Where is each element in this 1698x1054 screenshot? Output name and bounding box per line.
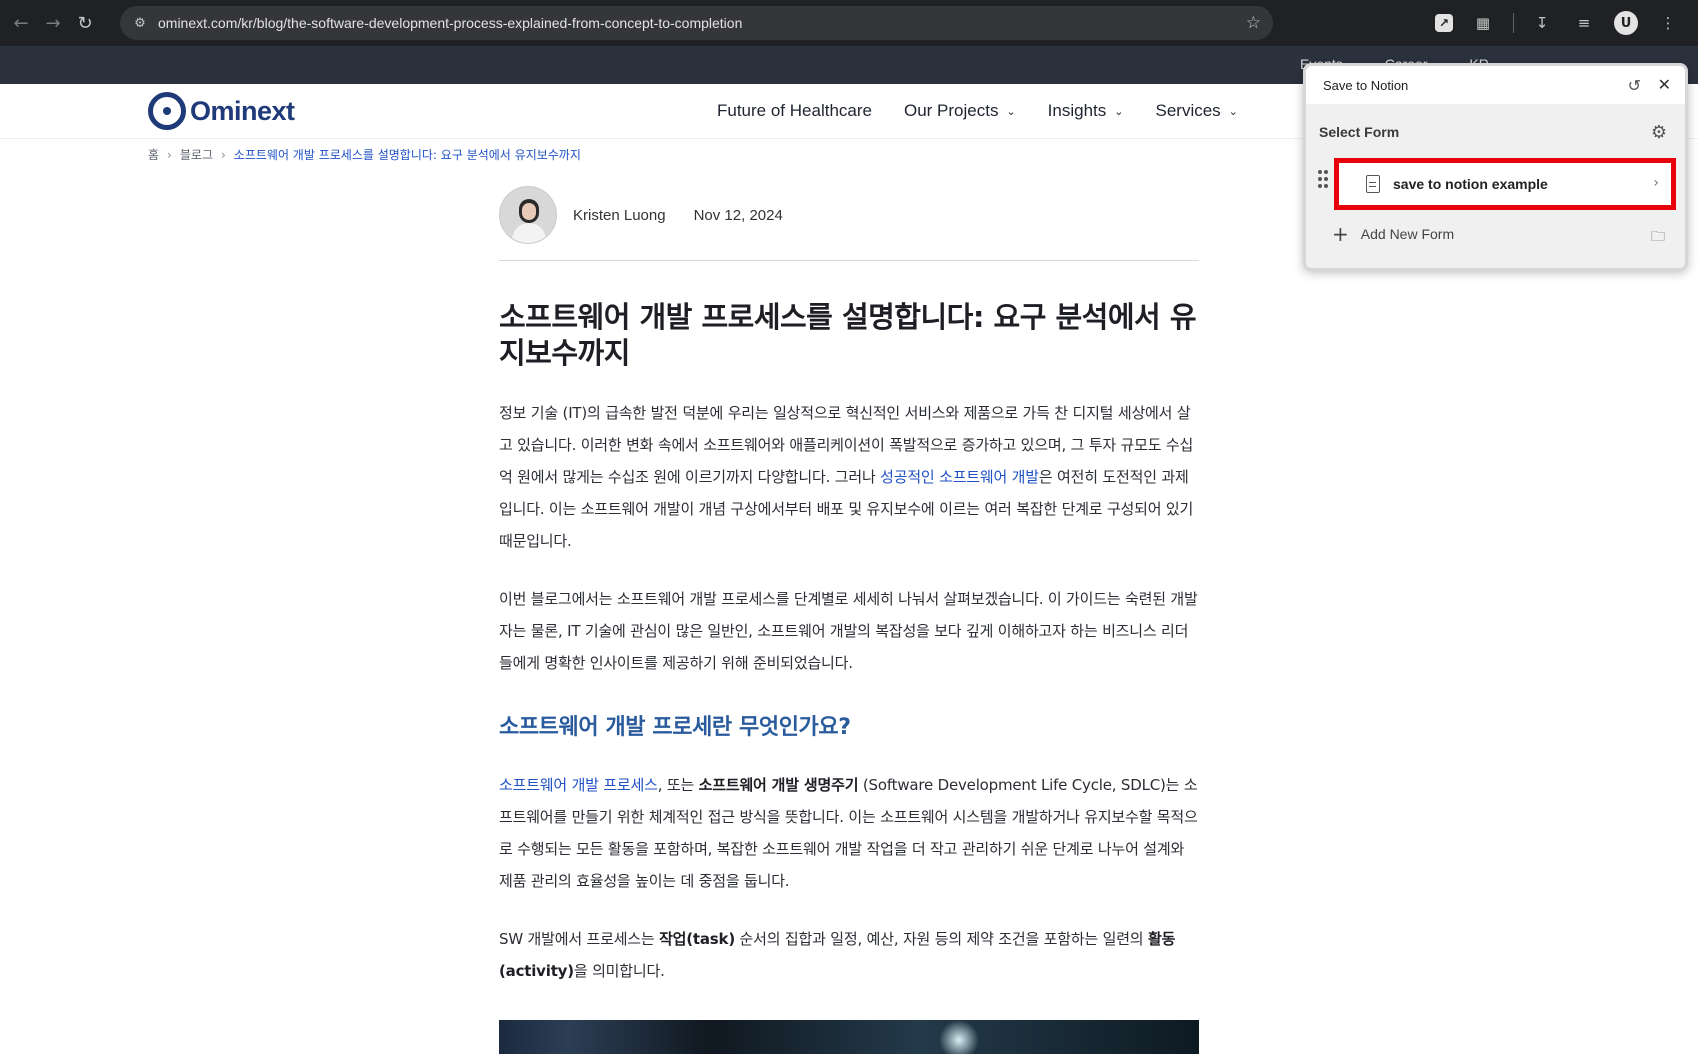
close-icon[interactable]: ✕ [1658,75,1671,94]
url-text[interactable]: ominext.com/kr/blog/the-software-develop… [158,15,742,31]
chevron-down-icon: ⌄ [1228,105,1238,118]
section-heading: 소프트웨어 개발 프로세란 무엇인가요? [499,715,851,740]
breadcrumb-current: 소프트웨어 개발 프로세스를 설명합니다: 요구 분석에서 유지보수까지 [233,148,581,162]
add-new-form-button[interactable]: + Add New Form [1332,224,1454,244]
paragraph-process: SW 개발에서 프로세스는 작업(task) 순서의 집합과 일정, 예산, 자… [499,923,1199,987]
drag-handle-icon[interactable] [1318,170,1328,190]
author-name[interactable]: Kristen Luong [573,207,666,224]
main-nav: Future of Healthcare Our Projects ⌄ Insig… [717,101,1270,121]
chevron-down-icon: ⌄ [1006,105,1016,118]
nav-insights[interactable]: Insights ⌄ [1048,101,1124,121]
profile-avatar[interactable]: U [1614,11,1638,35]
download-icon[interactable]: ↧ [1530,11,1554,35]
document-icon [1366,175,1380,193]
nav-label: Services [1155,101,1221,120]
form-item-save-to-notion-example[interactable]: save to notion example › [1334,158,1676,210]
gear-icon[interactable]: ⚙ [1651,122,1667,143]
popup-header: Save to Notion ↺ ✕ [1306,66,1685,104]
popup-title: Save to Notion [1323,77,1409,93]
nav-future-of-healthcare[interactable]: Future of Healthcare [717,101,872,121]
paragraph-text: , 또는 [657,776,699,794]
chevron-right-icon: › [167,147,172,162]
nav-label: Our Projects [903,101,999,120]
link-software-development-process[interactable]: 소프트웨어 개발 프로세스 [499,776,658,794]
nav-label: Insights [1047,101,1107,120]
form-name: save to notion example [1393,176,1548,192]
site-info-icon[interactable]: ⚙ [130,13,150,33]
browser-toolbar: ← → ↻ ⚙ ominext.com/kr/blog/the-software… [0,0,1698,46]
paragraph-text: 을 의미합니다. [573,962,665,980]
link-successful-software-development[interactable]: 성공적인 소프트웨어 개발 [880,468,1039,486]
history-icon[interactable]: ↺ [1628,76,1641,95]
media-queue-icon[interactable]: ≡ [1572,11,1596,35]
back-icon[interactable]: ← [10,12,32,34]
ominext-logo[interactable]: Ominext [148,92,295,130]
toolbar-separator [1513,13,1514,33]
nav-our-projects[interactable]: Our Projects ⌄ [904,101,1016,121]
paragraph-text: 순서의 집합과 일정, 예산, 자원 등의 제약 조건을 포함하는 일련의 [734,930,1148,948]
paragraph-guide: 이번 블로그에서는 소프트웨어 개발 프로세스를 단계별로 세세히 나눠서 살펴… [499,590,1198,672]
save-to-notion-popup: Save to Notion ↺ ✕ Select Form ⚙ save to… [1303,63,1688,271]
add-new-form-label: Add New Form [1360,226,1455,242]
select-form-label: Select Form [1319,124,1400,140]
post-date: Nov 12, 2024 [693,206,783,224]
breadcrumb-blog[interactable]: 블로그 [180,146,213,163]
author-avatar [499,186,557,244]
nav-services[interactable]: Services ⌄ [1155,101,1237,121]
bookmark-star-icon[interactable]: ☆ [1246,13,1261,33]
author-row: Kristen Luong Nov 12, 2024 [499,186,1199,244]
forward-icon[interactable]: → [42,12,64,34]
plus-icon: + [1332,222,1349,246]
reload-icon[interactable]: ↻ [74,12,96,34]
address-bar[interactable]: ⚙ ominext.com/kr/blog/the-software-devel… [120,6,1273,40]
article: Kristen Luong Nov 12, 2024 소프트웨어 개발 프로세스… [499,186,1199,1054]
save-to-notion-extension-icon[interactable]: ↗ [1435,14,1453,32]
divider [499,260,1199,261]
paragraph-text: SW 개발에서 프로세스는 [499,930,660,948]
breadcrumb-home[interactable]: 홈 [148,146,159,163]
breadcrumb: 홈 › 블로그 › 소프트웨어 개발 프로세스를 설명합니다: 요구 분석에서 … [148,146,581,163]
bold-text: 작업(task) [659,930,735,948]
article-hero-image [499,1020,1199,1054]
chevron-right-icon: › [220,147,226,162]
menu-kebab-icon[interactable]: ⋮ [1656,11,1680,35]
nav-label: Future of Healthcare [717,101,872,120]
article-title: 소프트웨어 개발 프로세스를 설명합니다: 요구 분석에서 유지보수까지 [499,300,1197,370]
paragraph-sdlc: 소프트웨어 개발 프로세스, 또는 소프트웨어 개발 생명주기 (Softwar… [499,769,1199,897]
chevron-down-icon: ⌄ [1114,105,1124,118]
extensions-puzzle-icon[interactable]: ▦ [1471,11,1495,35]
chevron-right-icon: › [1653,175,1659,191]
logo-text: Ominext [190,95,295,126]
new-folder-icon[interactable]: 🗀 [1651,226,1665,250]
logo-mark-icon [148,92,186,130]
bold-text: 소프트웨어 개발 생명주기 [698,776,859,794]
paragraph-intro: 정보 기술 (IT)의 급속한 발전 덕분에 우리는 일상적으로 혁신적인 서비… [499,397,1199,557]
